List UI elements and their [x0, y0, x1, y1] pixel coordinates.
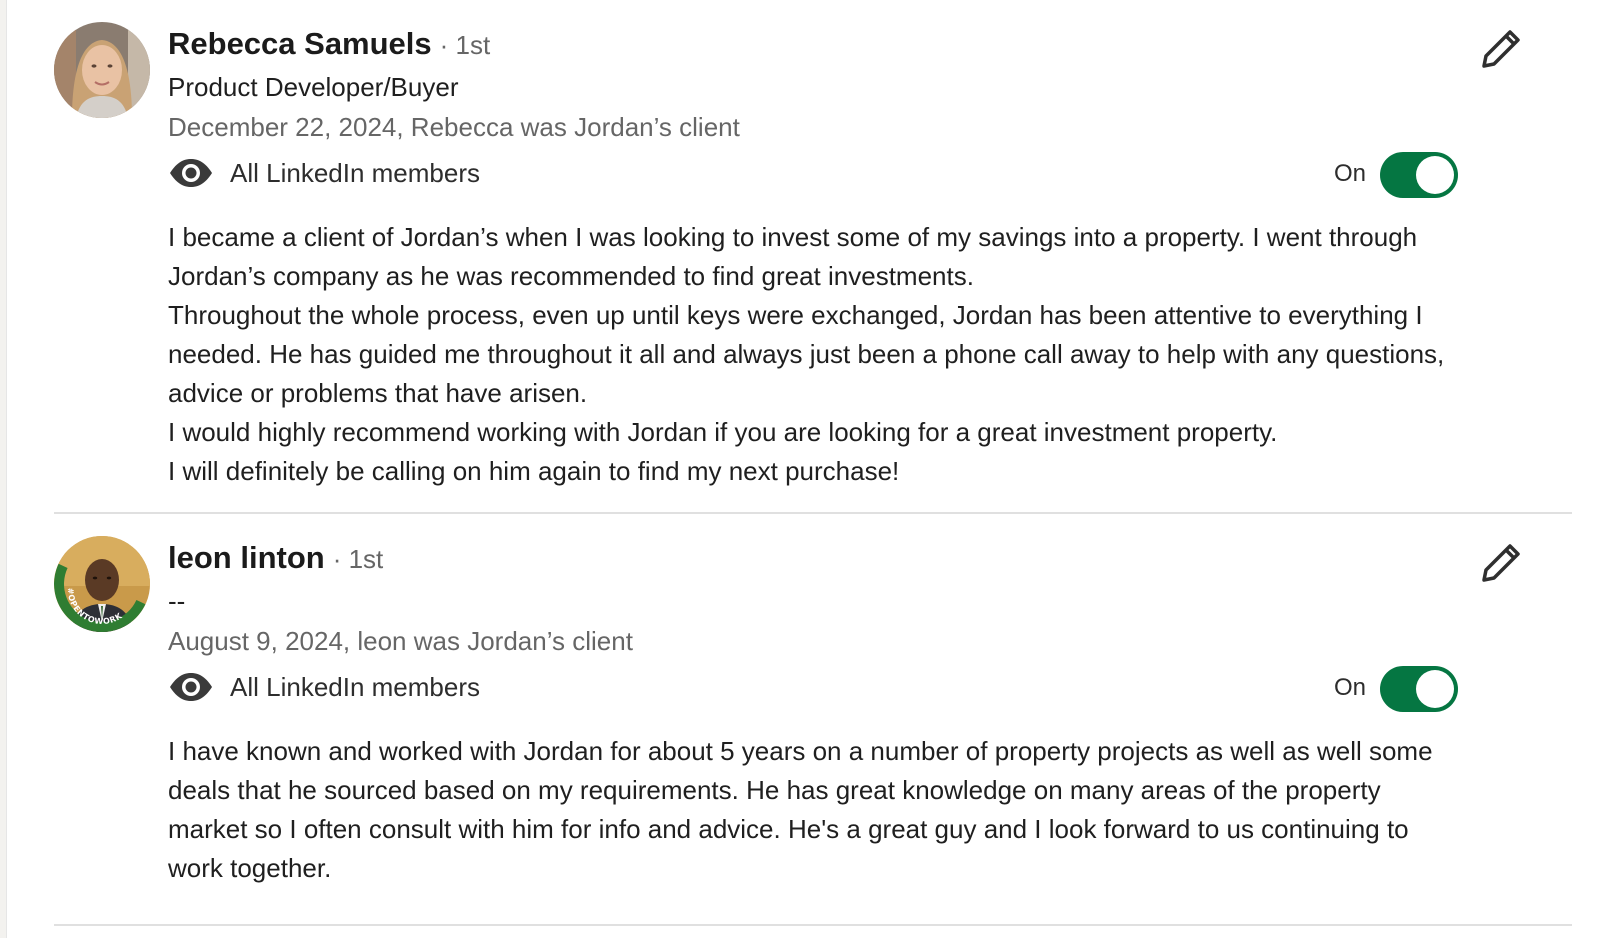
visibility-toggle[interactable]: [1380, 666, 1458, 712]
recommender-headline: --: [168, 586, 186, 616]
page-left-edge: [0, 0, 7, 938]
pencil-icon[interactable]: [1480, 540, 1524, 584]
avatar-photo: [54, 22, 150, 118]
connection-degree: · 1st: [332, 544, 384, 574]
recommender-name[interactable]: Rebecca Samuels: [168, 26, 432, 62]
visibility-row: All LinkedIn members On: [168, 666, 1548, 712]
connection-degree: · 1st: [439, 30, 491, 60]
recommendation-paragraph: I will definitely be calling on him agai…: [168, 456, 900, 486]
recommendation-paragraph: I have known and worked with Jordan for …: [168, 736, 1433, 883]
recommendation-paragraph: I would highly recommend working with Jo…: [168, 417, 1278, 447]
eye-icon: [170, 159, 212, 187]
recommender-headline: Product Developer/Buyer: [168, 72, 459, 102]
recommendation-date-relationship: August 9, 2024, leon was Jordan’s client: [168, 626, 633, 656]
recommendation-paragraph: I became a client of Jordan’s when I was…: [168, 222, 1418, 291]
visibility-row: All LinkedIn members On: [168, 152, 1548, 198]
toggle-state-label: On: [1334, 674, 1367, 701]
eye-icon: [170, 673, 212, 701]
name-row: leon linton · 1st: [168, 536, 1548, 584]
visibility-label: All LinkedIn members: [230, 672, 480, 702]
recommender-name[interactable]: leon linton: [168, 540, 325, 576]
recommendation-text: I became a client of Jordan’s when I was…: [168, 218, 1458, 491]
toggle-state-label: On: [1334, 160, 1367, 187]
recommendation-paragraph: Throughout the whole process, even up un…: [168, 300, 1445, 408]
recommendation-content: Rebecca Samuels · 1st Product Developer/…: [168, 22, 1548, 491]
pencil-icon[interactable]: [1480, 26, 1524, 70]
visibility-label: All LinkedIn members: [230, 158, 480, 188]
avatar[interactable]: [54, 22, 150, 118]
avatar-photo-opentowork: #OPENTOWORK: [54, 536, 150, 632]
toggle-knob: [1416, 156, 1454, 194]
name-row: Rebecca Samuels · 1st: [168, 22, 1548, 70]
recommendation-content: leon linton · 1st -- August 9, 2024, leo…: [168, 536, 1548, 888]
recommendation-date-relationship: December 22, 2024, Rebecca was Jordan’s …: [168, 112, 740, 142]
recommendation-item: #OPENTOWORK leon linton · 1st -- August …: [54, 536, 1572, 926]
recommendation-text: I have known and worked with Jordan for …: [168, 732, 1458, 888]
toggle-knob: [1416, 670, 1454, 708]
recommendation-item: Rebecca Samuels · 1st Product Developer/…: [54, 22, 1572, 514]
visibility-toggle[interactable]: [1380, 152, 1458, 198]
avatar[interactable]: #OPENTOWORK: [54, 536, 150, 632]
